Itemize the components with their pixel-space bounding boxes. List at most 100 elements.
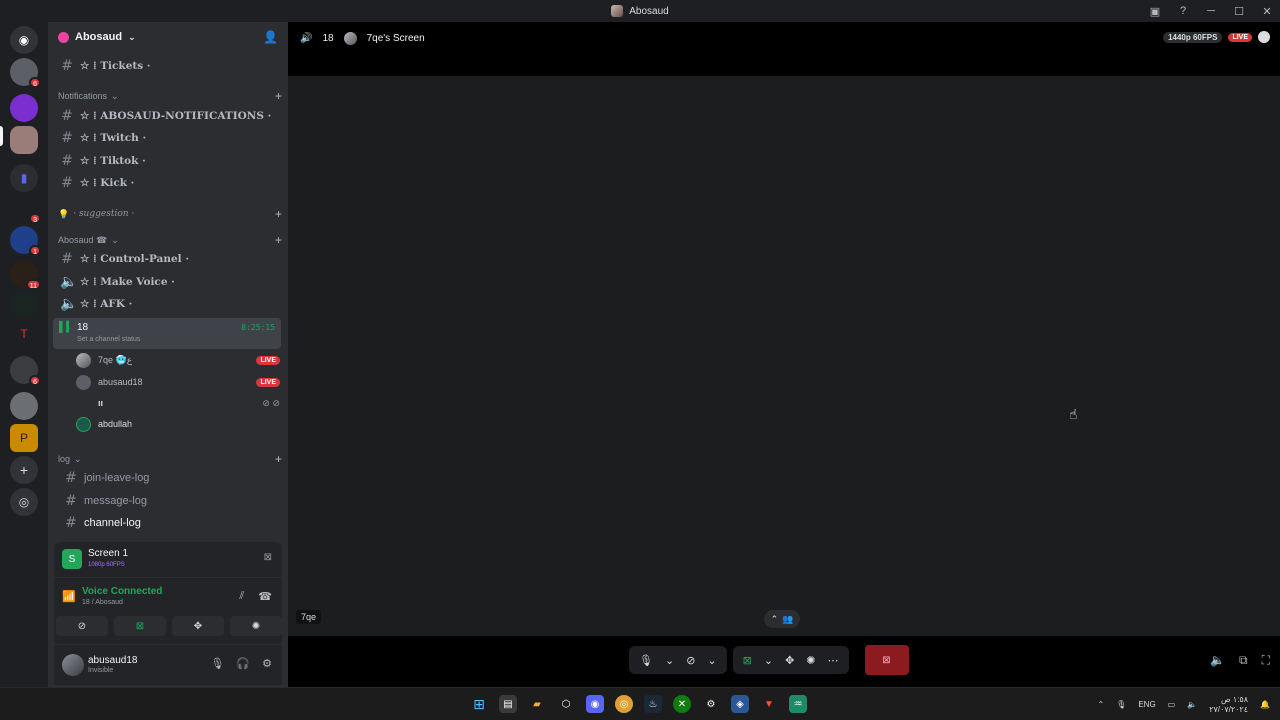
channel-item[interactable]: # ☆ ⁞ Twitch ·: [54, 128, 282, 148]
start-menu-icon[interactable]: ⊞: [470, 695, 488, 713]
voice-status[interactable]: Voice Connected: [82, 586, 162, 597]
language-indicator[interactable]: ENG: [1138, 700, 1155, 709]
voice-channel-item[interactable]: 🔈 ☆ ⁞ Make Voice ·: [54, 272, 282, 292]
category-suggestion[interactable]: 💡 · suggestion · +: [58, 206, 282, 222]
server-icon-active[interactable]: [10, 126, 38, 154]
voice-user[interactable]: ıı ⊘ ⊘: [76, 393, 280, 413]
channel-item[interactable]: # channel-log: [54, 513, 282, 533]
app-icon[interactable]: ◈: [731, 695, 749, 713]
channel-item[interactable]: # ☆ ⁞ Tickets ·: [54, 56, 282, 76]
gear-icon[interactable]: ⚙: [262, 657, 272, 670]
create-channel-icon[interactable]: +: [275, 452, 282, 466]
chevron-down-icon[interactable]: ⌄: [707, 654, 716, 667]
share-screen-button[interactable]: ⊠: [114, 616, 166, 636]
soundboard-button[interactable]: ✺: [230, 616, 282, 636]
chrome-icon[interactable]: ◎: [615, 695, 633, 713]
camera-off-icon[interactable]: ⊘: [686, 654, 695, 667]
leave-call-button[interactable]: ⊠: [864, 645, 909, 675]
file-explorer-icon[interactable]: ▰: [528, 695, 546, 713]
chevron-down-icon[interactable]: ⌄: [764, 654, 773, 667]
voice-user[interactable]: abusaud18 LIVE: [76, 372, 280, 392]
activities-icon[interactable]: ✥: [785, 654, 794, 667]
category-abosaud[interactable]: Abosaud ☎ ⌄ +: [58, 232, 282, 248]
voice-user-name: abusaud18: [98, 377, 143, 387]
stream-video[interactable]: [288, 76, 1280, 636]
channel-item[interactable]: # ☆ ⁞ Control-Panel ·: [54, 249, 282, 269]
inbox-icon[interactable]: ▣: [1148, 5, 1162, 18]
activities-button[interactable]: ✥: [172, 616, 224, 636]
clock[interactable]: ١:٥٨ ص ٢٧/٠٧/٢٠٢٤: [1209, 695, 1248, 715]
channel-item[interactable]: # ☆ ⁞ Kick ·: [54, 173, 282, 193]
voice-user[interactable]: 7qe 🥶ع LIVE: [76, 350, 280, 370]
disconnect-icon[interactable]: ☎: [258, 590, 272, 603]
channel-item[interactable]: # ☆ ⁞ Tiktok ·: [54, 151, 282, 171]
app-icon[interactable]: ⬡: [557, 695, 575, 713]
add-server-icon[interactable]: +: [10, 456, 38, 484]
app-icon[interactable]: ⚙: [702, 695, 720, 713]
invite-people-icon[interactable]: 👤: [263, 30, 278, 44]
channel-item[interactable]: # ☆ ⁞ ABOSAUD-NOTIFICATIONS ·: [54, 106, 282, 126]
create-channel-icon[interactable]: +: [275, 233, 282, 247]
show-participants-button[interactable]: ⌃ 👥: [764, 610, 800, 628]
microphone-icon[interactable]: 🎙: [210, 657, 224, 670]
create-channel-icon[interactable]: +: [275, 89, 282, 103]
more-options-icon[interactable]: ⋯: [828, 654, 839, 667]
voice-location[interactable]: 18 / Abosaud: [82, 599, 123, 606]
channel-item[interactable]: # join-leave-log: [54, 468, 282, 488]
server-icon[interactable]: 11: [10, 260, 41, 290]
discord-app-icon[interactable]: ◉: [586, 695, 604, 713]
camera-off-button[interactable]: ⊘: [56, 616, 108, 636]
minimize-button[interactable]: ─: [1204, 5, 1218, 17]
popout-icon[interactable]: ⧉: [1239, 653, 1248, 668]
server-icon[interactable]: 1: [10, 226, 41, 256]
headphones-icon[interactable]: 🎧: [236, 657, 250, 670]
avatar[interactable]: [62, 654, 84, 676]
help-icon[interactable]: ?: [1176, 5, 1190, 17]
microphone-icon[interactable]: 🎙: [639, 654, 653, 667]
server-icon[interactable]: [10, 392, 38, 420]
volume-icon[interactable]: 🔈: [1187, 700, 1197, 709]
xbox-icon[interactable]: ✕: [673, 695, 691, 713]
discord-home-icon[interactable]: ◉: [10, 26, 38, 54]
signal-icon[interactable]: 📶: [62, 590, 76, 603]
maximize-button[interactable]: ☐: [1232, 5, 1246, 18]
server-icon[interactable]: 6: [10, 356, 41, 386]
soundboard-icon[interactable]: ✺: [806, 654, 815, 667]
server-icon[interactable]: 3: [10, 194, 41, 224]
active-voice-channel[interactable]: ▌▍ 18 8:25:15 Set a channel status: [53, 318, 281, 349]
volume-icon[interactable]: 🔈: [1210, 653, 1225, 668]
network-icon[interactable]: ▭: [1168, 700, 1176, 709]
chevron-down-icon[interactable]: ⌄: [665, 654, 674, 667]
server-icon[interactable]: [10, 290, 38, 318]
channel-status[interactable]: Set a channel status: [77, 336, 140, 343]
server-icon[interactable]: [10, 94, 38, 122]
microphone-icon[interactable]: 🎙: [1116, 700, 1126, 709]
close-button[interactable]: ✕: [1260, 5, 1274, 18]
app-icon[interactable]: ♒: [789, 695, 807, 713]
steam-icon[interactable]: ♨: [644, 695, 662, 713]
server-icon[interactable]: 6: [10, 58, 41, 88]
chevron-up-icon[interactable]: ⌃: [1097, 700, 1104, 709]
voice-user[interactable]: abdullah: [76, 414, 280, 434]
channel-item[interactable]: # message-log: [54, 491, 282, 511]
voice-channel-item[interactable]: 🔈 ☆ ⁞ AFK ·: [54, 294, 282, 314]
stop-stream-icon[interactable]: ⊠: [264, 552, 272, 563]
discover-icon[interactable]: ◎: [10, 488, 38, 516]
brave-icon[interactable]: ▼: [760, 695, 778, 713]
server-icon[interactable]: T: [10, 320, 38, 348]
category-notifications[interactable]: Notifications ⌄ +: [58, 88, 282, 104]
server-icon[interactable]: P: [10, 424, 38, 452]
chat-icon[interactable]: [1258, 31, 1270, 43]
username[interactable]: abusaud18: [88, 655, 138, 666]
guild-avatar-icon: [611, 5, 624, 17]
guild-header[interactable]: Abosaud ⌄ 👤: [48, 22, 288, 52]
folder-icon[interactable]: ▮: [10, 164, 38, 192]
store-icon[interactable]: ▤: [499, 695, 517, 713]
fullscreen-icon[interactable]: ⛶: [1262, 653, 1270, 668]
voice-timer: 8:25:15: [241, 323, 275, 332]
category-log[interactable]: log ⌄ +: [58, 451, 282, 467]
share-screen-icon[interactable]: ⊠: [743, 654, 752, 667]
create-channel-icon[interactable]: +: [275, 207, 282, 221]
noise-suppression-icon[interactable]: ⫽: [239, 590, 244, 603]
notification-icon[interactable]: 🔔: [1260, 700, 1270, 709]
